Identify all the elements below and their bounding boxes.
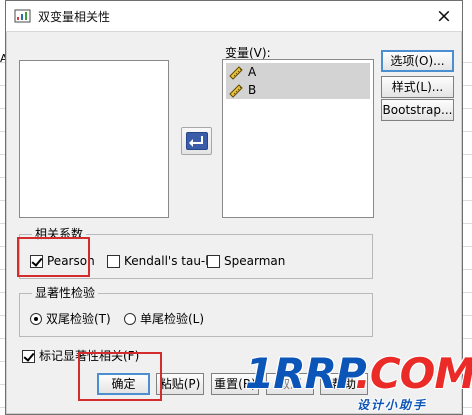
variable-item-a[interactable]: A (226, 63, 370, 81)
cancel-button[interactable]: 取消 (266, 373, 314, 395)
flag-significant-label: 标记显著性相关(F) (39, 349, 140, 363)
kendall-label: Kendall's tau-b (124, 254, 213, 268)
flag-significant-checkbox[interactable] (22, 349, 35, 363)
variable-name-b: B (248, 83, 257, 97)
pearson-label: Pearson (47, 254, 95, 268)
dialog-title: 双变量相关性 (38, 10, 111, 24)
significance-test-title: 显著性检验 (32, 285, 99, 301)
selected-variable-list[interactable]: A B (222, 59, 374, 218)
source-variable-list[interactable] (19, 60, 169, 218)
correlation-coefficients-group: 相关系数 Pearson Kendall's tau-b Spearman (19, 226, 373, 279)
two-tailed-label: 双尾检验(T) (46, 312, 111, 326)
one-tailed-label: 单尾检验(L) (140, 312, 205, 326)
spearman-label: Spearman (224, 254, 286, 268)
one-tailed-radio[interactable] (124, 313, 136, 325)
ok-button[interactable]: 确定 (97, 373, 150, 395)
variable-name-a: A (248, 65, 257, 79)
variable-item-b[interactable]: B (226, 81, 370, 99)
dialog-titlebar: 双变量相关性 × (6, 1, 462, 32)
significance-test-group: 显著性检验 双尾检验(T) 单尾检验(L) (19, 285, 373, 337)
pearson-checkbox[interactable] (30, 254, 43, 268)
help-button[interactable]: 帮助 (320, 373, 368, 395)
one-tailed-option[interactable]: 单尾检验(L) (124, 311, 204, 327)
spearman-checkbox[interactable] (207, 254, 220, 268)
bootstrap-button[interactable]: Bootstrap... (381, 99, 454, 121)
pearson-option[interactable]: Pearson (30, 253, 95, 269)
close-button[interactable]: × (434, 6, 454, 26)
dialog-app-icon (14, 9, 31, 23)
two-tailed-option[interactable]: 双尾检验(T) (30, 311, 111, 327)
move-variable-button[interactable] (181, 127, 212, 155)
scale-variable-icon (229, 84, 243, 98)
spearman-option[interactable]: Spearman (207, 253, 285, 269)
paste-button[interactable]: 粘贴(P) (156, 373, 204, 395)
flag-significant-option[interactable]: 标记显著性相关(F) (22, 348, 139, 364)
kendall-checkbox[interactable] (107, 254, 120, 268)
screen: A 双变量相关性 × 变量(V): A B 选项(O)... 样式(L)... … (0, 0, 472, 415)
kendall-option[interactable]: Kendall's tau-b (107, 253, 213, 269)
correlation-coefficients-title: 相关系数 (32, 226, 87, 242)
reset-button[interactable]: 重置(R) (211, 373, 259, 395)
close-icon: × (436, 4, 452, 27)
scale-variable-icon (229, 66, 243, 80)
two-tailed-radio[interactable] (30, 313, 42, 325)
bivariate-correlations-dialog: 双变量相关性 × 变量(V): A B 选项(O)... 样式(L)... Bo… (5, 0, 463, 415)
options-button[interactable]: 选项(O)... (381, 50, 454, 72)
style-button[interactable]: 样式(L)... (381, 76, 454, 98)
move-arrow-icon (186, 132, 208, 150)
